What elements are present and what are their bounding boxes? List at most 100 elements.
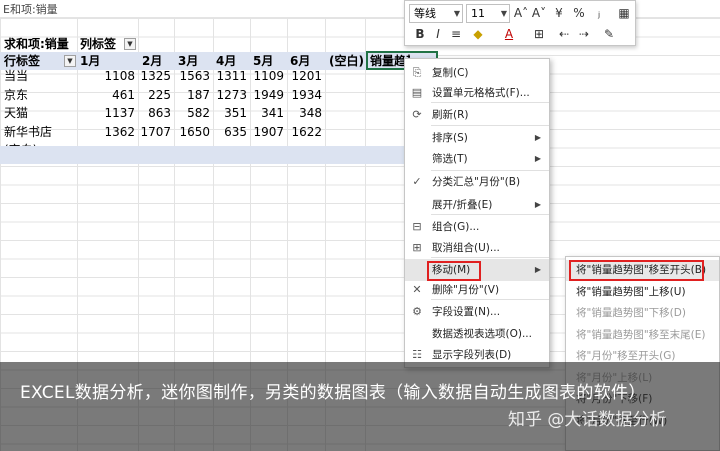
context-menu-item[interactable]: ⟳ 刷新(R): [405, 104, 549, 126]
context-menu-item-label: 取消组合(U)...: [432, 242, 500, 254]
grow-font-icon[interactable]: A˄: [512, 4, 530, 22]
submenu-item[interactable]: 将"销量趋势图"下移(D): [566, 303, 719, 324]
increase-decimal-icon[interactable]: ⇢: [575, 25, 593, 43]
value-cell[interactable]: 1109: [244, 67, 284, 85]
highlight-box-move: [427, 261, 481, 281]
context-menu-item[interactable]: ✓ 分类汇总"月份"(B): [405, 171, 549, 193]
value-cell[interactable]: 1362: [95, 123, 135, 141]
ungroup-icon: ⊞: [412, 241, 422, 254]
mini-toolbar: 等线 ▼ 11 ▼ A˄ A˅ ¥ % ⱼ ▦ B I ≡ ◆ A ⊞ ⇠ ⇢ …: [404, 0, 636, 46]
context-menu-item-label: 组合(G)...: [432, 221, 480, 233]
eraser-icon[interactable]: ✎: [600, 25, 618, 43]
refresh-icon: ⟳: [412, 108, 422, 121]
context-menu-item[interactable]: ⊞ 取消组合(U)...: [405, 237, 549, 259]
format-painter-icon[interactable]: ▦: [615, 4, 633, 22]
value-cell[interactable]: 1325: [131, 67, 171, 85]
font-color-icon[interactable]: A: [500, 25, 518, 43]
chevron-right-icon: ▶: [534, 154, 541, 163]
value-cell[interactable]: 1622: [282, 123, 322, 141]
context-menu-item[interactable]: 展开/折叠(E) ▶: [405, 194, 549, 216]
align-icon[interactable]: ≡: [447, 25, 465, 43]
chevron-down-icon: ▼: [453, 9, 460, 18]
delete-x-icon: ✕: [412, 283, 422, 296]
context-menu-item-label: 设置单元格格式(F)...: [432, 87, 530, 99]
check-icon: ✓: [412, 175, 422, 188]
watermark: 知乎 @大话数据分析: [508, 410, 667, 430]
font-name-select[interactable]: 等线 ▼: [409, 4, 463, 23]
field-settings-icon: ⚙: [412, 305, 422, 318]
context-menu-item-label: 数据透视表选项(O)...: [432, 328, 532, 340]
context-menu-item[interactable]: ▤ 设置单元格格式(F)...: [405, 82, 549, 104]
context-menu-item[interactable]: ⊟ 组合(G)...: [405, 216, 549, 238]
value-cell[interactable]: 1907: [244, 123, 284, 141]
context-menu: ⎘ 复制(C) ▤ 设置单元格格式(F)... ⟳ 刷新(R) 排序(S) ▶ 筛选(T) ▶ ✓ 分…: [404, 58, 550, 368]
value-cell[interactable]: 582: [170, 104, 210, 122]
font-size-select[interactable]: 11 ▼: [466, 4, 510, 23]
chevron-right-icon: ▶: [534, 200, 541, 209]
font-size-value: 11: [471, 7, 485, 20]
row-label[interactable]: 新华书店: [4, 123, 52, 141]
context-menu-item-label: 筛选(T): [432, 153, 468, 165]
value-cell[interactable]: 1934: [282, 86, 322, 104]
context-menu-item-label: 排序(S): [432, 132, 468, 144]
currency-icon[interactable]: ¥: [550, 4, 568, 22]
value-cell[interactable]: 863: [131, 104, 171, 122]
borders-icon[interactable]: ⊞: [530, 25, 548, 43]
submenu-item[interactable]: 将"销量趋势图"移至末尾(E): [566, 325, 719, 346]
bold-button[interactable]: B: [411, 25, 429, 43]
month-header[interactable]: (空白): [329, 52, 364, 70]
column-filter-dropdown[interactable]: ▼: [124, 38, 136, 50]
value-cell[interactable]: 1108: [95, 67, 135, 85]
comma-style-icon[interactable]: ⱼ: [590, 4, 608, 22]
value-cell[interactable]: 635: [207, 123, 247, 141]
context-menu-item-label: 展开/折叠(E): [432, 199, 493, 211]
context-menu-item[interactable]: ✕ 删除"月份"(V): [405, 279, 549, 301]
value-cell[interactable]: 1273: [207, 86, 247, 104]
font-name-value: 等线: [414, 7, 436, 20]
field-list-icon: ☷: [412, 348, 422, 361]
context-menu-item[interactable]: 数据透视表选项(O)...: [405, 323, 549, 345]
chevron-right-icon: ▶: [534, 133, 541, 142]
value-cell[interactable]: 1137: [95, 104, 135, 122]
pivot-column-label: 列标签: [80, 37, 117, 51]
value-cell[interactable]: 1650: [170, 123, 210, 141]
row-label[interactable]: 京东: [4, 86, 28, 104]
context-menu-item-label: 刷新(R): [432, 109, 469, 121]
fill-color-icon[interactable]: ◆: [469, 25, 487, 43]
context-menu-item[interactable]: 筛选(T) ▶: [405, 148, 549, 170]
context-menu-item[interactable]: 排序(S) ▶: [405, 127, 549, 149]
submenu-item[interactable]: 将"销量趋势图"上移(U): [566, 282, 719, 303]
value-cell[interactable]: 461: [95, 86, 135, 104]
context-menu-item[interactable]: ⚙ 字段设置(N)...: [405, 301, 549, 323]
copy-icon: ⎘: [412, 66, 422, 79]
value-cell[interactable]: 225: [131, 86, 171, 104]
value-cell[interactable]: 348: [282, 104, 322, 122]
row-label[interactable]: 天猫: [4, 104, 28, 122]
chevron-down-icon: ▼: [500, 9, 507, 18]
chevron-right-icon: ▶: [534, 265, 541, 274]
decrease-decimal-icon[interactable]: ⇠: [555, 25, 573, 43]
context-menu-item-label: 分类汇总"月份"(B): [432, 176, 521, 188]
value-cell[interactable]: 351: [207, 104, 247, 122]
format-cells-icon: ▤: [411, 86, 423, 99]
value-cell[interactable]: 187: [170, 86, 210, 104]
value-cell[interactable]: 341: [244, 104, 284, 122]
context-menu-item-label: 复制(C): [432, 67, 469, 79]
percent-icon[interactable]: %: [570, 4, 588, 22]
value-cell[interactable]: 1311: [207, 67, 247, 85]
context-menu-item[interactable]: ⎘ 复制(C): [405, 62, 549, 84]
value-cell[interactable]: 1949: [244, 86, 284, 104]
value-cell[interactable]: 1563: [170, 67, 210, 85]
highlight-box-move-to-start: [569, 260, 704, 281]
context-menu-item-label: 字段设置(N)...: [432, 306, 501, 318]
value-cell[interactable]: 1201: [282, 67, 322, 85]
italic-button[interactable]: I: [429, 25, 447, 43]
caption-text: EXCEL数据分析，迷你图制作，另类的数据图表（输入数据自动生成图表的软件）: [20, 383, 646, 403]
value-cell[interactable]: 1707: [131, 123, 171, 141]
shrink-font-icon[interactable]: A˅: [530, 4, 548, 22]
context-menu-item-label: 删除"月份"(V): [432, 284, 500, 296]
row-filter-dropdown[interactable]: ▼: [64, 55, 76, 67]
top-strip-text: E和项:销量: [3, 3, 58, 16]
group-icon: ⊟: [412, 220, 422, 233]
row-label[interactable]: 当当: [4, 67, 28, 85]
